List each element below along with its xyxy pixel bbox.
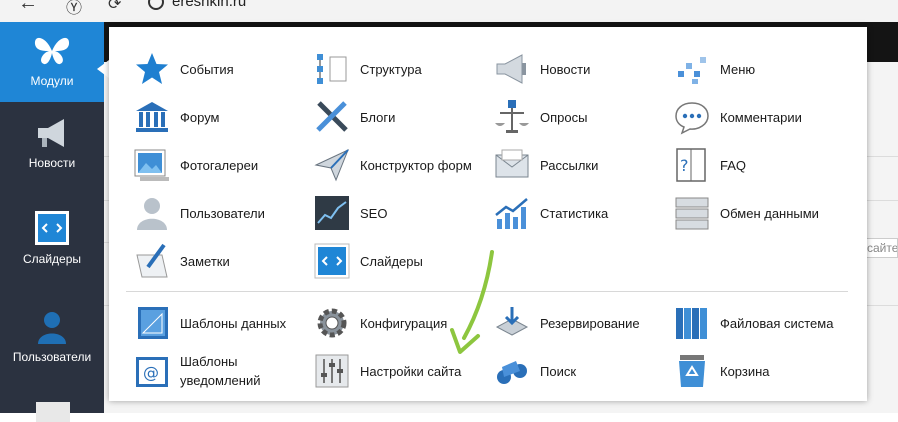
modules-divider	[126, 291, 848, 292]
slider-icon	[35, 211, 69, 245]
backup-tray-icon	[495, 307, 529, 336]
module-sidebar: Модули Новости Слайдеры Пользователи	[0, 22, 104, 422]
sidebar-item-sliders[interactable]: Слайдеры	[0, 210, 104, 266]
module-comments[interactable]: Комментарии	[674, 97, 802, 137]
envelope-icon	[495, 149, 529, 178]
email-template-icon: @	[136, 357, 168, 387]
module-search[interactable]: Поиск	[494, 351, 576, 391]
star-icon	[136, 53, 168, 84]
back-icon[interactable]: ←	[18, 0, 38, 15]
menu-tree-icon	[678, 57, 706, 84]
module-site-settings[interactable]: Настройки сайта	[314, 351, 461, 391]
address-bar[interactable]: ereshkin.ru	[172, 0, 246, 10]
slider-icon	[314, 243, 350, 279]
module-polls[interactable]: Опросы	[494, 97, 587, 137]
module-blogs[interactable]: Блоги	[314, 97, 395, 137]
sidebar-item-modules[interactable]: Модули	[0, 22, 104, 102]
sidebar-item-label: Слайдеры	[22, 252, 82, 266]
browser-toolbar: ← Ⓨ ⟳ ereshkin.ru	[0, 0, 898, 22]
module-events[interactable]: События	[134, 49, 234, 89]
columns-icon	[136, 102, 168, 132]
module-menu[interactable]: Меню	[674, 49, 755, 89]
sidebar-item-partial[interactable]	[36, 402, 70, 422]
book-question-icon: ?	[676, 148, 706, 182]
module-users[interactable]: Пользователи	[134, 193, 265, 233]
gear-icon	[317, 308, 347, 338]
module-file-system[interactable]: Файловая система	[674, 303, 833, 343]
scales-icon	[495, 100, 529, 133]
user-icon	[137, 198, 167, 230]
module-backup[interactable]: Резервирование	[494, 303, 640, 343]
butterfly-icon	[34, 37, 70, 65]
growth-chart-icon	[495, 198, 528, 229]
note-pen-icon	[136, 243, 168, 278]
sidebar-item-label: Новости	[28, 156, 76, 170]
user-icon	[38, 312, 66, 344]
module-form-builder[interactable]: Конструктор форм	[314, 145, 472, 185]
photos-icon	[134, 149, 169, 181]
module-configuration[interactable]: Конфигурация	[314, 303, 447, 343]
megaphone-icon	[496, 54, 526, 84]
sidebar-item-news[interactable]: Новости	[0, 116, 104, 170]
module-notes[interactable]: Заметки	[134, 241, 230, 281]
blueprint-icon	[138, 307, 168, 339]
module-trash[interactable]: Корзина	[674, 351, 770, 391]
binoculars-icon	[497, 361, 527, 384]
module-faq[interactable]: ? FAQ	[674, 145, 746, 185]
module-mailing[interactable]: Рассылки	[494, 145, 598, 185]
module-sliders[interactable]: Слайдеры	[314, 241, 423, 281]
pencil-ruler-icon	[316, 101, 348, 132]
binders-icon	[676, 308, 707, 339]
module-data-templates[interactable]: Шаблоны данных	[134, 303, 286, 343]
megaphone-icon	[38, 119, 64, 147]
module-photogallery[interactable]: Фотогалереи	[134, 145, 258, 185]
yandex-icon[interactable]: Ⓨ	[66, 0, 82, 18]
module-forum[interactable]: Форум	[134, 97, 220, 137]
chart-monitor-icon	[315, 196, 349, 230]
module-structure[interactable]: Структура	[314, 49, 422, 89]
recycle-bin-icon	[679, 355, 705, 387]
sidebar-item-label: Модули	[30, 74, 74, 88]
sidebar-item-users[interactable]: Пользователи	[0, 310, 104, 364]
svg-text:?: ?	[680, 156, 689, 175]
module-seo[interactable]: SEO	[314, 193, 387, 233]
dropdown-caret	[97, 60, 109, 78]
site-info-icon[interactable]	[148, 0, 164, 10]
sliders-icon	[315, 354, 349, 388]
speech-bubble-icon	[675, 102, 709, 135]
structure-icon	[317, 54, 347, 84]
module-news[interactable]: Новости	[494, 49, 590, 89]
refresh-icon[interactable]: ⟳	[108, 0, 121, 14]
svg-text:@: @	[143, 363, 159, 382]
paper-plane-icon	[314, 149, 349, 182]
module-notification-templates[interactable]: @ Шаблоны уведомлений	[134, 350, 280, 392]
server-icon	[675, 197, 709, 230]
module-statistics[interactable]: Статистика	[494, 193, 608, 233]
module-data-exchange[interactable]: Обмен данными	[674, 193, 819, 233]
sidebar-item-label: Пользователи	[12, 350, 92, 364]
